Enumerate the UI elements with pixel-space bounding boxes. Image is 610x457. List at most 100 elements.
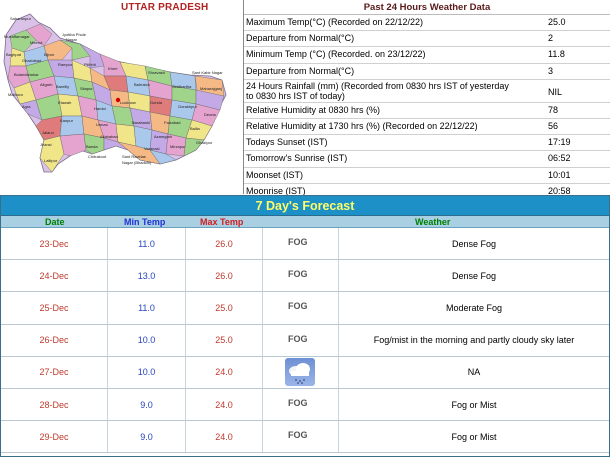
past-24-hours-title: Past 24 Hours Weather Data <box>244 0 610 15</box>
forecast-icon-cell: FOG <box>263 292 339 324</box>
weather-row-label: Relative Humidity at 1730 hrs (%) (Recor… <box>246 120 478 131</box>
header-max-temp: Max Temp <box>200 217 244 227</box>
weather-row-value: 2 <box>548 33 554 44</box>
svg-text:Agra: Agra <box>22 104 31 109</box>
svg-text:Lucknow: Lucknow <box>120 100 136 105</box>
svg-text:Pilibhit: Pilibhit <box>84 62 97 67</box>
weather-row: Relative Humidity at 0830 hrs (%) 78 <box>244 103 610 119</box>
svg-text:Gorakhpur: Gorakhpur <box>178 104 198 109</box>
forecast-min-temp: 9.0 <box>108 388 186 421</box>
svg-text:Saharanpur: Saharanpur <box>10 16 32 21</box>
past-24-hours-panel: Past 24 Hours Weather Data Maximum Temp(… <box>243 0 610 200</box>
forecast-icon-cell: FOG <box>263 228 339 260</box>
svg-text:Aligarh: Aligarh <box>40 82 52 87</box>
svg-text:Kheri: Kheri <box>108 66 117 71</box>
weather-row: 24 Hours Rainfall (mm) (Recorded from 08… <box>244 80 610 103</box>
weather-row-value: 25.0 <box>548 17 566 27</box>
map-title: UTTAR PRADESH <box>121 2 209 13</box>
svg-text:Deoria: Deoria <box>204 112 217 117</box>
fog-icon: FOG <box>288 333 308 344</box>
svg-text:Gonda: Gonda <box>150 100 163 105</box>
weather-row-value: 56 <box>548 120 559 131</box>
forecast-title: 7 Day's Forecast <box>1 196 609 216</box>
svg-text:Banda: Banda <box>86 144 98 149</box>
weather-row-label: Relative Humidity at 0830 hrs (%) <box>246 104 381 115</box>
rain-cloud-icon <box>285 357 315 386</box>
weather-row-label: Todays Sunset (IST) <box>246 137 328 148</box>
svg-text:Bijnor: Bijnor <box>44 52 55 57</box>
weather-data-table: Maximum Temp(°C) (Recorded on 22/12/22) 2… <box>244 15 610 200</box>
header-weather: Weather <box>415 217 451 227</box>
weather-row-label: 24 Hours Rainfall (mm) (Recorded from 08… <box>246 80 509 101</box>
forecast-min-temp: 11.0 <box>108 228 186 260</box>
svg-text:Chitrakoot: Chitrakoot <box>88 154 107 159</box>
forecast-icon-cell: FOG <box>263 388 339 421</box>
uttar-pradesh-map-image: Saharanpur Muzaffarnagar Meerut Baghpat … <box>3 13 227 173</box>
forecast-min-temp: 11.0 <box>108 292 186 324</box>
forecast-rows: 23-Dec 11.0 26.0 FOG Dense Fog 24-Dec 13.0 26.0… <box>1 228 609 454</box>
svg-text:Azamgarh: Azamgarh <box>154 134 172 139</box>
forecast-icon-cell: FOG <box>263 260 339 292</box>
header-min-temp: Min Temp <box>124 217 166 227</box>
svg-text:Ghaziabad: Ghaziabad <box>22 58 41 63</box>
svg-text:Nagar (Bhadohi): Nagar (Bhadohi) <box>122 160 152 165</box>
forecast-min-temp: 10.0 <box>108 356 186 388</box>
forecast-row: 29-Dec 9.0 24.0 FOG Fog or Mist <box>1 421 609 454</box>
svg-text:Jalaun: Jalaun <box>42 130 54 135</box>
weather-row: Maximum Temp(°C) (Recorded on 22/12/22) 2… <box>244 15 610 32</box>
weather-row: Relative Humidity at 1730 hrs (%) (Recor… <box>244 119 610 136</box>
forecast-date: 24-Dec <box>1 260 108 292</box>
state-map: Saharanpur Muzaffarnagar Meerut Baghpat … <box>0 0 244 194</box>
forecast-weather-desc: Fog/mist in the morning and partly cloud… <box>373 335 575 346</box>
svg-text:Nagar: Nagar <box>66 37 78 42</box>
forecast-date: 28-Dec <box>1 388 108 421</box>
forecast-table: 7 Day's Forecast Date Min Temp Max Temp … <box>0 195 610 457</box>
svg-text:Mathura: Mathura <box>8 92 23 97</box>
weather-row: Departure from Normal(°C) 3 <box>244 64 610 80</box>
forecast-icon-cell: FOG <box>263 421 339 453</box>
forecast-row: 26-Dec 10.0 25.0 FOG Fog/mist in the morning… <box>1 324 609 357</box>
forecast-icon-cell <box>263 356 339 388</box>
svg-text:Muzaffarnagar: Muzaffarnagar <box>4 34 30 39</box>
svg-text:Lalitpur: Lalitpur <box>44 158 58 163</box>
svg-text:Mirzapur: Mirzapur <box>170 144 186 149</box>
svg-text:Faizabad: Faizabad <box>164 120 180 125</box>
weather-row-label: Moonset (IST) <box>246 169 304 180</box>
forecast-max-temp: 25.0 <box>186 292 263 324</box>
forecast-date: 27-Dec <box>1 356 108 388</box>
weather-row-value: 17:19 <box>548 137 571 148</box>
forecast-row: 24-Dec 13.0 26.0 FOG Dense Fog <box>1 260 609 293</box>
header-date: Date <box>45 217 65 227</box>
svg-text:Siddhartha: Siddhartha <box>172 84 192 89</box>
svg-text:Varanasi: Varanasi <box>144 146 160 151</box>
weather-row-label: Departure from Normal(°C) <box>246 65 355 76</box>
forecast-weather-desc: Dense Fog <box>451 270 497 281</box>
svg-text:Bulandshahar: Bulandshahar <box>14 72 39 77</box>
weather-row: Tomorrow's Sunrise (IST) 06:52 <box>244 151 610 168</box>
svg-text:Meerut: Meerut <box>30 40 43 45</box>
forecast-weather-desc: Fog or Mist <box>451 431 497 442</box>
weather-row-label: Maximum Temp(°C) (Recorded on 22/12/22) <box>246 17 424 27</box>
svg-text:Hardoi: Hardoi <box>94 106 106 111</box>
svg-text:Rampur: Rampur <box>58 62 73 67</box>
svg-text:Unnao: Unnao <box>96 122 109 127</box>
fog-icon: FOG <box>288 430 308 441</box>
svg-text:Ghazipur: Ghazipur <box>196 140 213 145</box>
forecast-weather-desc: NA <box>467 367 481 378</box>
forecast-date: 29-Dec <box>1 421 108 453</box>
svg-text:Allahabad: Allahabad <box>100 134 118 139</box>
svg-text:Bareilly: Bareilly <box>56 84 69 89</box>
forecast-row: 25-Dec 11.0 25.0 FOG Moderate Fog <box>1 292 609 325</box>
weather-row: Moonset (IST) 10:01 <box>244 168 610 184</box>
forecast-row: 27-Dec 10.0 24.0 NA <box>1 356 609 389</box>
top-section: Saharanpur Muzaffarnagar Meerut Baghpat … <box>0 0 610 200</box>
forecast-weather-desc: Fog or Mist <box>451 399 497 410</box>
svg-text:Barabanki: Barabanki <box>132 120 150 125</box>
weather-row-value: 78 <box>548 104 559 115</box>
forecast-date: 26-Dec <box>1 324 108 356</box>
svg-text:Jhansi: Jhansi <box>40 142 52 147</box>
fog-icon: FOG <box>288 397 308 408</box>
forecast-weather-desc: Moderate Fog <box>445 302 503 313</box>
weather-row-label: Tomorrow's Sunrise (IST) <box>246 153 348 164</box>
forecast-max-temp: 25.0 <box>186 324 263 356</box>
